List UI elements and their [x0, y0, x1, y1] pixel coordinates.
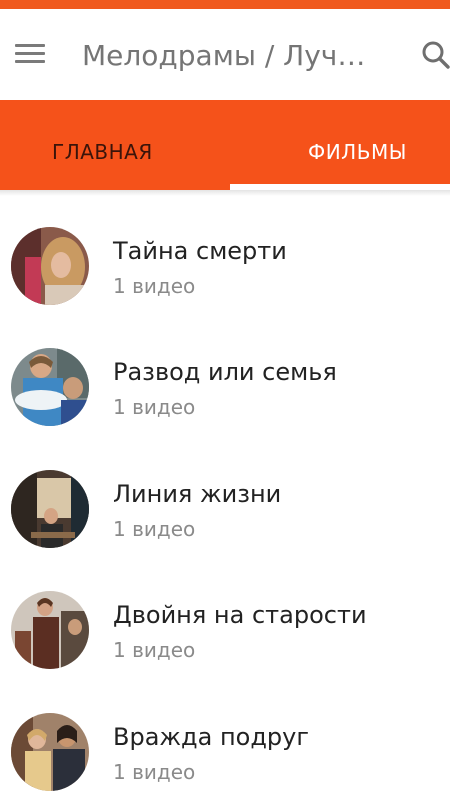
status-bar	[0, 0, 450, 9]
item-video-count: 1 видео	[113, 638, 196, 662]
item-video-count: 1 видео	[113, 395, 196, 419]
list-item[interactable]: Линия жизни 1 видео	[0, 450, 450, 570]
tab-bar: ГЛАВНАЯ ФИЛЬМЫ	[0, 100, 450, 190]
tab-main-label: ГЛАВНАЯ	[52, 140, 153, 164]
avatar	[11, 713, 89, 791]
item-video-count: 1 видео	[113, 517, 196, 541]
avatar	[11, 591, 89, 669]
item-title: Двойня на старости	[113, 601, 367, 629]
item-video-count: 1 видео	[113, 274, 196, 298]
item-title: Линия жизни	[113, 480, 282, 508]
item-title: Тайна смерти	[113, 237, 287, 265]
hamburger-menu-icon[interactable]	[10, 35, 52, 73]
list-item[interactable]: Тайна смерти 1 видео	[0, 207, 450, 327]
avatar	[11, 348, 89, 426]
tab-films[interactable]: ФИЛЬМЫ	[230, 100, 450, 190]
item-video-count: 1 видео	[113, 760, 196, 784]
search-icon[interactable]	[418, 39, 450, 73]
list-item[interactable]: Развод или семья 1 видео	[0, 328, 450, 448]
item-title: Вражда подруг	[113, 723, 309, 751]
page-title: Мелодрамы / Лучшие	[82, 39, 382, 72]
list-item[interactable]: Вражда подруг 1 видео	[0, 693, 450, 800]
tab-main[interactable]: ГЛАВНАЯ	[0, 100, 230, 190]
tab-films-label: ФИЛЬМЫ	[308, 140, 407, 164]
avatar	[11, 227, 89, 305]
item-title: Развод или семья	[113, 358, 337, 386]
tab-bar-shadow	[0, 190, 450, 196]
list-item[interactable]: Двойня на старости 1 видео	[0, 571, 450, 691]
app-toolbar: Мелодрамы / Лучшие	[0, 9, 450, 100]
avatar	[11, 470, 89, 548]
